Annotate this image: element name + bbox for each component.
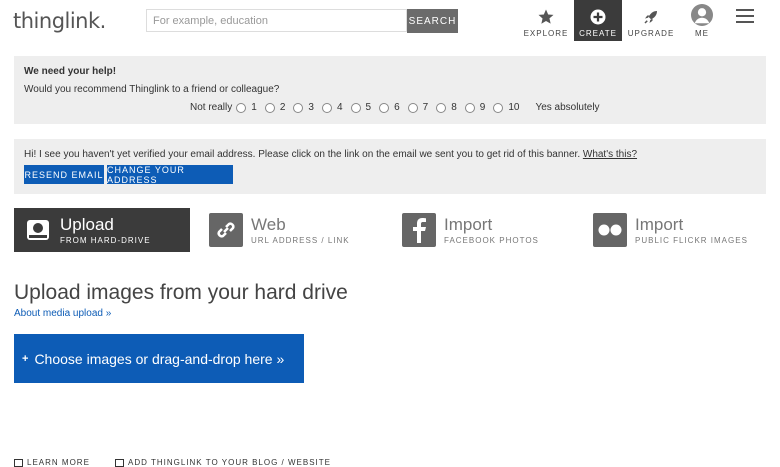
rating-option[interactable]: 6: [379, 102, 400, 113]
radio-icon[interactable]: [464, 102, 475, 113]
nav-create[interactable]: CREATE: [574, 0, 622, 41]
menu-icon[interactable]: [736, 9, 754, 23]
tab-facebook-subtitle: FACEBOOK PHOTOS: [444, 235, 539, 245]
verify-email-banner: Hi! I see you haven't yet verified your …: [14, 139, 766, 194]
search-input[interactable]: For example, education: [146, 9, 407, 32]
radio-icon[interactable]: [264, 102, 275, 113]
rating-low-label: Not really: [190, 102, 233, 113]
tab-upload-hard-drive[interactable]: Upload FROM HARD-DRIVE: [14, 208, 190, 252]
rating-scale: Not really 1 2 3 4 5 6 7 8 9 10 Yes abso…: [190, 102, 600, 113]
facebook-icon: [402, 213, 436, 247]
radio-icon[interactable]: [321, 102, 332, 113]
nav-explore-label: EXPLORE: [523, 29, 569, 38]
tab-upload-title: Upload: [60, 214, 114, 234]
radio-icon[interactable]: [350, 102, 361, 113]
plus-icon: +: [22, 352, 29, 365]
verify-message: Hi! I see you haven't yet verified your …: [24, 149, 638, 160]
nav-me-label: ME: [695, 29, 709, 38]
tab-web-subtitle: URL ADDRESS / LINK: [251, 235, 350, 245]
rocket-icon: [644, 11, 657, 24]
hard-drive-icon: [24, 216, 52, 244]
rating-option[interactable]: 4: [321, 102, 343, 113]
resend-email-button[interactable]: RESEND EMAIL: [24, 165, 104, 184]
nav-upgrade[interactable]: UPGRADE: [627, 0, 675, 41]
change-address-button[interactable]: CHANGE YOUR ADDRESS: [107, 165, 233, 185]
tab-import-facebook[interactable]: Import FACEBOOK PHOTOS: [402, 208, 539, 252]
survey-title: We need your help!: [24, 66, 117, 77]
rating-option[interactable]: 2: [264, 102, 285, 113]
flickr-icon: [593, 213, 627, 247]
choose-images-label: Choose images or drag-and-drop here »: [34, 350, 285, 367]
radio-icon[interactable]: [379, 102, 390, 113]
rating-option[interactable]: 8: [436, 102, 457, 113]
book-icon: [14, 458, 23, 467]
radio-icon[interactable]: [436, 102, 447, 113]
nav-upgrade-label: UPGRADE: [627, 29, 675, 38]
tab-flickr-subtitle: PUBLIC FLICKR IMAGES: [635, 235, 748, 245]
header: thinglink. For example, education SEARCH…: [0, 0, 780, 44]
radio-icon[interactable]: [493, 102, 504, 113]
user-avatar-icon: [691, 4, 713, 26]
radio-icon[interactable]: [236, 102, 247, 113]
link-icon: [209, 213, 243, 247]
plus-circle-icon: [590, 9, 606, 25]
tab-upload-subtitle: FROM HARD-DRIVE: [60, 235, 151, 245]
tab-web-title: Web: [251, 214, 286, 234]
about-media-upload-link[interactable]: About media upload »: [14, 308, 111, 319]
rating-high-label: Yes absolutely: [535, 102, 600, 113]
whats-this-link[interactable]: What's this?: [583, 149, 637, 160]
survey-question: Would you recommend Thinglink to a frien…: [24, 84, 280, 95]
tab-import-flickr[interactable]: Import PUBLIC FLICKR IMAGES: [593, 208, 748, 252]
tab-flickr-title: Import: [635, 214, 684, 234]
rating-option[interactable]: 9: [464, 102, 485, 113]
choose-images-button[interactable]: + Choose images or drag-and-drop here »: [14, 334, 304, 383]
thinglink-logo[interactable]: thinglink.: [13, 9, 106, 33]
rating-option[interactable]: 5: [350, 102, 371, 113]
rating-option[interactable]: 3: [293, 102, 314, 113]
tab-facebook-title: Import: [444, 214, 493, 234]
tab-web-link[interactable]: Web URL ADDRESS / LINK: [209, 208, 350, 252]
search-button[interactable]: SEARCH: [407, 9, 458, 33]
embed-icon: [115, 458, 124, 467]
nav-create-label: CREATE: [579, 29, 617, 38]
radio-icon[interactable]: [293, 102, 304, 113]
rating-option[interactable]: 1: [236, 102, 257, 113]
rating-option[interactable]: 10: [493, 102, 519, 113]
page-title: Upload images from your hard drive: [14, 281, 348, 304]
nav-explore[interactable]: EXPLORE: [522, 0, 570, 41]
star-icon: [538, 9, 554, 24]
survey-panel: We need your help! Would you recommend T…: [14, 56, 766, 124]
nav-me[interactable]: ME: [678, 0, 726, 41]
rating-option[interactable]: 7: [407, 102, 428, 113]
radio-icon[interactable]: [407, 102, 418, 113]
